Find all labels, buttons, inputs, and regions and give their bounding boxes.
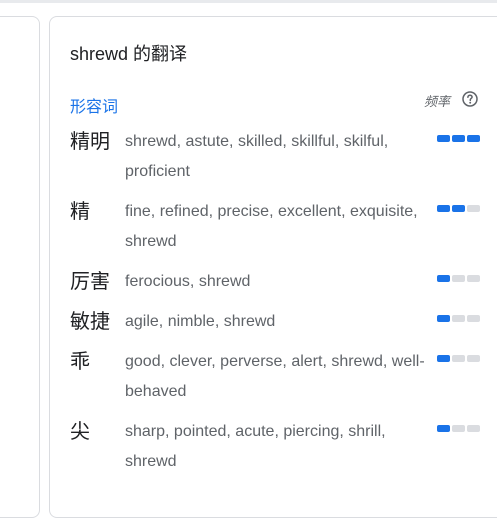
frequency-bar: [437, 275, 450, 282]
help-circle-icon[interactable]: [462, 91, 478, 107]
frequency-bar: [437, 355, 450, 362]
top-divider: [0, 0, 497, 3]
frequency-bars: [437, 205, 480, 212]
frequency-bar: [437, 425, 450, 432]
entry-word: 精: [70, 201, 90, 223]
frequency-bar: [467, 315, 480, 322]
frequency-bar: [437, 135, 450, 142]
frequency-bars: [437, 425, 480, 432]
frequency-label: 频率: [424, 94, 451, 109]
entry-translations: fine, refined, precise, excellent, exqui…: [125, 203, 418, 250]
frequency-bar: [452, 205, 465, 212]
entry-word: 厉害: [70, 271, 110, 293]
frequency-bar: [467, 425, 480, 432]
frequency-bars: [437, 315, 480, 322]
entry-translations: shrewd, astute, skilled, skillful, skilf…: [125, 133, 389, 180]
frequency-bar: [467, 135, 480, 142]
frequency-bar: [452, 275, 465, 282]
frequency-bars: [437, 135, 480, 142]
frequency-bar: [452, 355, 465, 362]
frequency-bar: [467, 355, 480, 362]
entry-translations: ferocious, shrewd: [125, 273, 251, 290]
entry-word: 敏捷: [70, 311, 110, 333]
frequency-bars: [437, 355, 480, 362]
frequency-bar: [452, 315, 465, 322]
frequency-bar: [467, 205, 480, 212]
frequency-bar: [437, 205, 450, 212]
frequency-bar: [452, 425, 465, 432]
entry-translations: agile, nimble, shrewd: [125, 313, 276, 330]
left-card: [0, 16, 40, 518]
entry-word: 尖: [70, 421, 90, 443]
frequency-bar: [437, 315, 450, 322]
entry-translations: sharp, pointed, acute, piercing, shrill,…: [125, 423, 386, 470]
frequency-bars: [437, 275, 480, 282]
frequency-bar: [467, 275, 480, 282]
entry-translations: good, clever, perverse, alert, shrewd, w…: [125, 353, 425, 400]
entry-word: 精明: [70, 131, 110, 153]
frequency-bar: [452, 135, 465, 142]
entry-word: 乖: [70, 351, 90, 373]
card-title: shrewd 的翻译: [70, 44, 188, 64]
part-of-speech-label: 形容词: [70, 99, 119, 116]
